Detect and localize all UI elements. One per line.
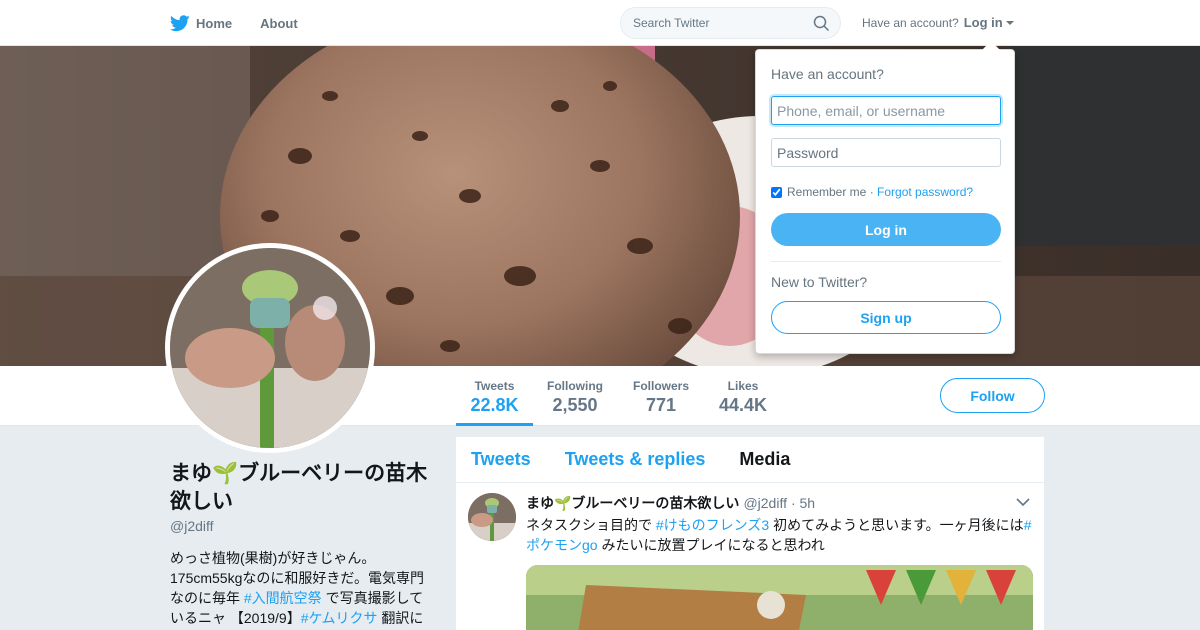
avatar-image	[170, 248, 370, 448]
account-area: Have an account? Log in	[862, 15, 1014, 30]
tweet-text-2: 初めてみようと思います。一ヶ月後には	[769, 517, 1024, 533]
tweet-hashtag-1[interactable]: #けものフレンズ3	[656, 517, 769, 533]
stat-tweets-value: 22.8K	[470, 395, 519, 415]
tweet-text: ネタスクショ目的で #けものフレンズ3 初めてみようと思います。一ヶ月後には#ポ…	[526, 515, 1032, 555]
search-icon[interactable]	[813, 15, 830, 32]
search-input[interactable]	[633, 16, 803, 30]
stat-tweets[interactable]: Tweets 22.8K	[456, 366, 533, 426]
signup-button[interactable]: Sign up	[771, 301, 1001, 334]
remember-checkbox[interactable]	[771, 186, 782, 198]
stat-following-value: 2,550	[552, 395, 598, 415]
bio-hashtag-1[interactable]: #入間航空祭	[244, 590, 322, 606]
tweet-header: まゆ🌱ブルーベリーの苗木欲しい @j2diff · 5h	[526, 493, 1032, 513]
login-dropdown-title: Have an account?	[771, 66, 884, 82]
profile-bio: めっさ植物(果樹)が好きじゃん。175cm55kgなのに和服好きだ。電気専門なの…	[170, 548, 430, 628]
remember-row: Remember me · Forgot password?	[771, 185, 973, 199]
stat-likes-value: 44.4K	[718, 395, 768, 415]
profile-avatar[interactable]	[165, 243, 375, 453]
nav-home[interactable]: Home	[170, 14, 233, 32]
chevron-down-icon[interactable]	[1016, 497, 1030, 507]
caret-down-icon	[1005, 20, 1014, 25]
tweet-text-3: みたいに放置プレイになると思われ	[597, 537, 825, 553]
login-dropdown: Have an account? Remember me · Forgot pa…	[755, 41, 1015, 354]
stat-followers[interactable]: Followers 771	[626, 366, 696, 426]
remember-label[interactable]: Remember me	[787, 185, 866, 199]
stat-following-label: Following	[547, 379, 603, 393]
stat-following[interactable]: Following 2,550	[540, 366, 610, 426]
twitter-bird-icon	[170, 14, 190, 31]
have-account-text: Have an account?	[862, 15, 959, 30]
stat-likes[interactable]: Likes 44.4K	[712, 366, 774, 426]
tweet-avatar[interactable]	[468, 493, 516, 541]
profile-card: まゆ🌱ブルーベリーの苗木欲しい @j2diff めっさ植物(果樹)が好きじゃん。…	[170, 460, 430, 628]
nav-home-label: Home	[196, 15, 233, 31]
timeline-tabs: Tweets Tweets & replies Media	[456, 437, 1044, 483]
nav-left: Home About	[170, 0, 326, 46]
search-box[interactable]	[620, 7, 841, 39]
stat-followers-value: 771	[645, 395, 677, 415]
username-input[interactable]	[771, 96, 1001, 125]
separator: ·	[866, 185, 878, 199]
tweet-timestamp[interactable]: · 5h	[791, 495, 815, 511]
bio-hashtag-2[interactable]: #ケムリクサ	[301, 610, 378, 626]
tab-tweets-replies[interactable]: Tweets & replies	[565, 449, 706, 470]
tweet-media-image	[526, 565, 1033, 630]
tweet[interactable]: まゆ🌱ブルーベリーの苗木欲しい @j2diff · 5h ネタスクショ目的で #…	[456, 483, 1044, 630]
tweet-avatar-image	[468, 493, 516, 541]
tweet-text-1: ネタスクショ目的で	[526, 517, 656, 533]
dropdown-divider	[771, 261, 1001, 262]
tweet-media[interactable]	[526, 565, 1033, 630]
stat-likes-label: Likes	[727, 379, 759, 393]
stat-tweets-label: Tweets	[474, 379, 515, 393]
tweet-author-name[interactable]: まゆ🌱ブルーベリーの苗木欲しい	[526, 493, 739, 513]
login-link-label: Log in	[963, 15, 1003, 30]
tweet-author-handle[interactable]: @j2diff	[743, 495, 787, 511]
nav-about-label: About	[260, 15, 298, 31]
tab-tweets[interactable]: Tweets	[471, 449, 531, 470]
top-nav: Home About Have an account? Log in	[0, 0, 1200, 46]
stat-followers-label: Followers	[632, 379, 689, 393]
profile-name[interactable]: まゆ🌱ブルーベリーの苗木欲しい	[170, 460, 430, 516]
forgot-password-link[interactable]: Forgot password?	[877, 185, 973, 199]
timeline: Tweets Tweets & replies Media まゆ🌱ブルーベリーの…	[456, 437, 1044, 630]
bio-text-3: 翻訳に	[377, 610, 424, 626]
nav-about[interactable]: About	[260, 16, 298, 31]
tab-media[interactable]: Media	[739, 449, 790, 470]
login-button[interactable]: Log in	[771, 213, 1001, 246]
password-input[interactable]	[771, 138, 1001, 167]
new-to-twitter-text: New to Twitter?	[771, 274, 868, 290]
profile-handle[interactable]: @j2diff	[170, 518, 430, 534]
login-dropdown-toggle[interactable]: Log in	[964, 15, 1014, 30]
follow-button[interactable]: Follow	[940, 378, 1045, 413]
